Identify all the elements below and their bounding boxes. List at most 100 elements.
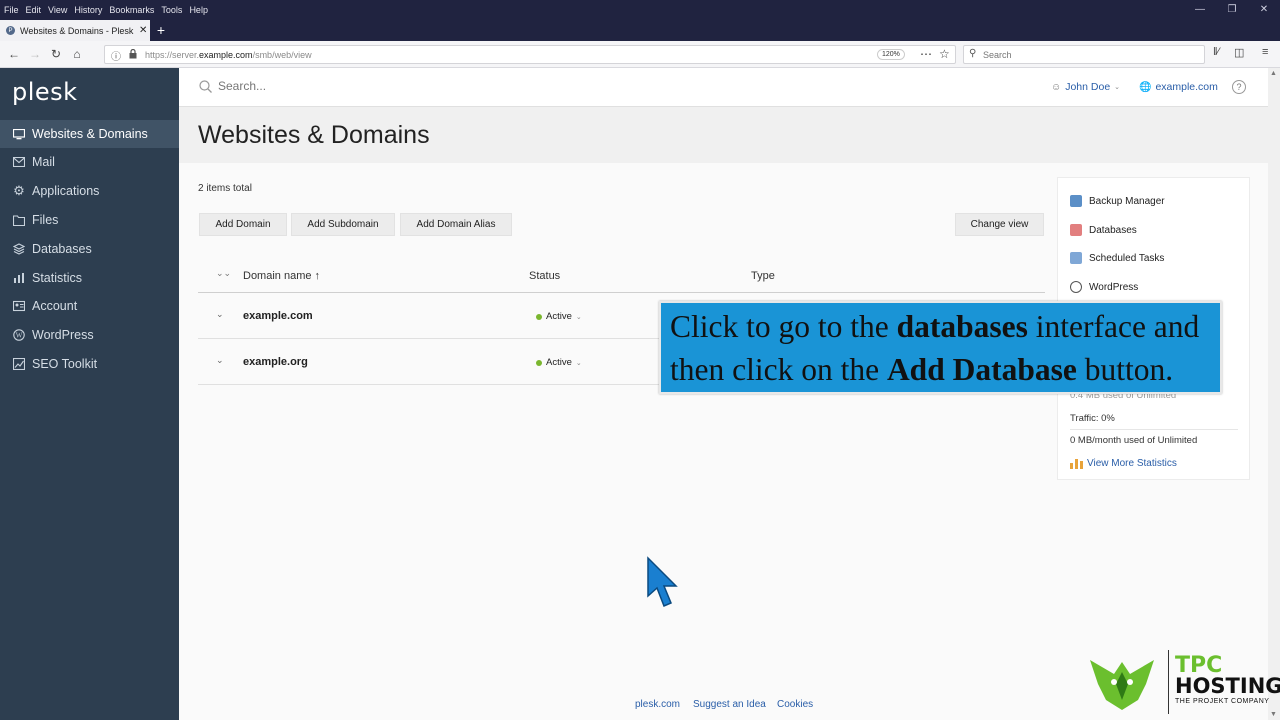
menu-help[interactable]: Help <box>189 5 208 15</box>
plesk-favicon-icon: P <box>6 26 15 35</box>
maximize-icon[interactable]: ❐ <box>1216 0 1248 20</box>
sidebar-item-files[interactable]: Files <box>0 206 179 234</box>
page-actions-icon[interactable]: ⋯ <box>920 47 932 61</box>
globe-icon: 🌐 <box>1139 81 1152 93</box>
add-domain-button[interactable]: Add Domain <box>199 213 287 236</box>
menu-view[interactable]: View <box>48 5 67 15</box>
mouse-cursor-icon <box>647 556 678 607</box>
new-tab-icon[interactable]: + <box>154 20 168 40</box>
column-domain-name[interactable]: Domain name ↑ <box>243 270 320 282</box>
column-type[interactable]: Type <box>751 270 775 282</box>
sidebar-item-statistics[interactable]: Statistics <box>0 264 179 292</box>
home-icon[interactable]: ⌂ <box>69 46 85 62</box>
wordpress-link[interactable]: WordPress <box>1070 281 1138 293</box>
plesk-sidebar: plesk Websites & Domains Mail ⚙ Applicat… <box>0 68 179 720</box>
column-status[interactable]: Status <box>529 270 560 282</box>
traffic-label: Traffic: 0% <box>1070 413 1115 424</box>
menu-file[interactable]: File <box>4 5 19 15</box>
close-window-icon[interactable]: ✕ <box>1248 0 1280 20</box>
menu-bookmarks[interactable]: Bookmarks <box>109 5 154 15</box>
bookmark-star-icon[interactable]: ☆ <box>939 47 950 61</box>
folder-icon <box>12 213 26 227</box>
change-view-button[interactable]: Change view <box>955 213 1044 236</box>
sidebar-item-label: Mail <box>32 155 55 169</box>
chevron-down-icon: ⌄ <box>575 359 582 367</box>
chevron-down-icon[interactable]: ⌄ <box>216 309 224 320</box>
sidebar-item-websites-domains[interactable]: Websites & Domains <box>0 120 179 148</box>
sidebar-item-account[interactable]: Account <box>0 292 179 320</box>
sidebar-item-label: Applications <box>32 184 100 198</box>
subscription-selector[interactable]: 🌐 example.com <box>1139 81 1218 93</box>
status-badge[interactable]: Active ⌄ <box>536 311 582 322</box>
chevron-down-icon[interactable]: ⌄ <box>216 355 224 366</box>
view-more-statistics-link[interactable]: View More Statistics <box>1070 457 1177 469</box>
panel-link-label: WordPress <box>1089 281 1139 293</box>
site-info-icon[interactable]: ⓘ <box>111 48 121 63</box>
back-icon[interactable]: ← <box>6 46 22 62</box>
more-stats-label: View More Statistics <box>1087 457 1177 469</box>
expand-all-icon[interactable]: ⌄⌄ <box>216 268 231 279</box>
page-scrollbar[interactable]: ▲ ▼ <box>1268 68 1280 720</box>
status-text: Active <box>546 357 572 368</box>
footer-plesk-link[interactable]: plesk.com <box>635 699 680 710</box>
reload-icon[interactable]: ↻ <box>48 46 64 62</box>
traffic-usage: 0 MB/month used of Unlimited <box>1070 435 1198 446</box>
browser-tab[interactable]: P Websites & Domains - Plesk O ✕ <box>0 20 150 41</box>
plesk-topbar: Search... ☺ John Doe ⌄ 🌐 example.com ? <box>179 68 1268 107</box>
forward-icon[interactable]: → <box>27 46 43 62</box>
domain-name[interactable]: example.com <box>243 310 313 322</box>
account-icon <box>12 299 26 313</box>
scheduled-tasks-link[interactable]: Scheduled Tasks <box>1070 252 1164 264</box>
url-text: https://server.example.com/smb/web/view <box>145 50 312 60</box>
user-name: John Doe <box>1065 81 1111 93</box>
caption-line-2: then click on the Add Database button. <box>670 352 1174 387</box>
monitor-icon <box>12 127 26 141</box>
browser-search-box[interactable]: ⚲ Search <box>963 45 1205 64</box>
sidebar-item-applications[interactable]: ⚙ Applications <box>0 177 179 205</box>
library-icon[interactable]: ‖⁄ <box>1213 46 1219 58</box>
sidebar-item-seo-toolkit[interactable]: SEO Toolkit <box>0 350 179 378</box>
page-title: Websites & Domains <box>198 121 430 149</box>
domain-name[interactable]: example.org <box>243 356 308 368</box>
footer-cookies-link[interactable]: Cookies <box>777 699 813 710</box>
mail-icon <box>12 155 26 169</box>
tpc-hosting-watermark: TPC HOSTING THE PROJEKT COMPANY <box>1080 648 1280 716</box>
sidebar-item-mail[interactable]: Mail <box>0 148 179 176</box>
sidebar-item-wordpress[interactable]: W WordPress <box>0 321 179 349</box>
scroll-up-icon[interactable]: ▲ <box>1270 70 1277 77</box>
menu-tools[interactable]: Tools <box>161 5 182 15</box>
app-search-input[interactable]: Search... <box>199 79 266 93</box>
help-icon[interactable]: ? <box>1232 80 1246 94</box>
brand-separator <box>1168 650 1169 714</box>
window-controls: — ❐ ✕ <box>1184 0 1280 20</box>
close-tab-icon[interactable]: ✕ <box>139 25 147 36</box>
menu-history[interactable]: History <box>74 5 102 15</box>
menu-edit[interactable]: Edit <box>26 5 42 15</box>
database-icon <box>1070 224 1082 236</box>
url-bar[interactable]: ⓘ https://server.example.com/smb/web/vie… <box>104 45 956 64</box>
sidebar-item-label: Statistics <box>32 271 83 285</box>
add-domain-alias-button[interactable]: Add Domain Alias <box>400 213 512 236</box>
browser-search-placeholder: Search <box>983 50 1012 60</box>
databases-link[interactable]: Databases <box>1070 224 1137 236</box>
add-subdomain-button[interactable]: Add Subdomain <box>291 213 395 236</box>
panel-link-label: Backup Manager <box>1089 195 1165 207</box>
footer-suggest-idea-link[interactable]: Suggest an Idea <box>693 699 766 710</box>
browser-navbar: ← → ↻ ⌂ ⓘ https://server.example.com/smb… <box>0 41 1280 68</box>
items-total: 2 items total <box>198 183 252 194</box>
user-menu[interactable]: ☺ John Doe ⌄ <box>1051 81 1120 93</box>
user-icon: ☺ <box>1051 81 1062 93</box>
gear-icon: ⚙ <box>13 183 25 198</box>
status-badge[interactable]: Active ⌄ <box>536 357 582 368</box>
sidebar-item-databases[interactable]: Databases <box>0 235 179 263</box>
minimize-icon[interactable]: — <box>1184 0 1216 20</box>
page-header: Websites & Domains <box>179 107 1268 163</box>
seo-icon <box>12 357 26 371</box>
zoom-level[interactable]: 120% <box>877 49 905 60</box>
overflow-menu-icon[interactable]: ≡ <box>1262 46 1268 58</box>
caption-line-1: Click to go to the databases interface a… <box>670 309 1200 344</box>
backup-icon <box>1070 195 1082 207</box>
sidebar-toggle-icon[interactable]: ◫ <box>1234 46 1244 59</box>
plesk-logo[interactable]: plesk <box>12 78 78 106</box>
backup-manager-link[interactable]: Backup Manager <box>1070 195 1165 207</box>
